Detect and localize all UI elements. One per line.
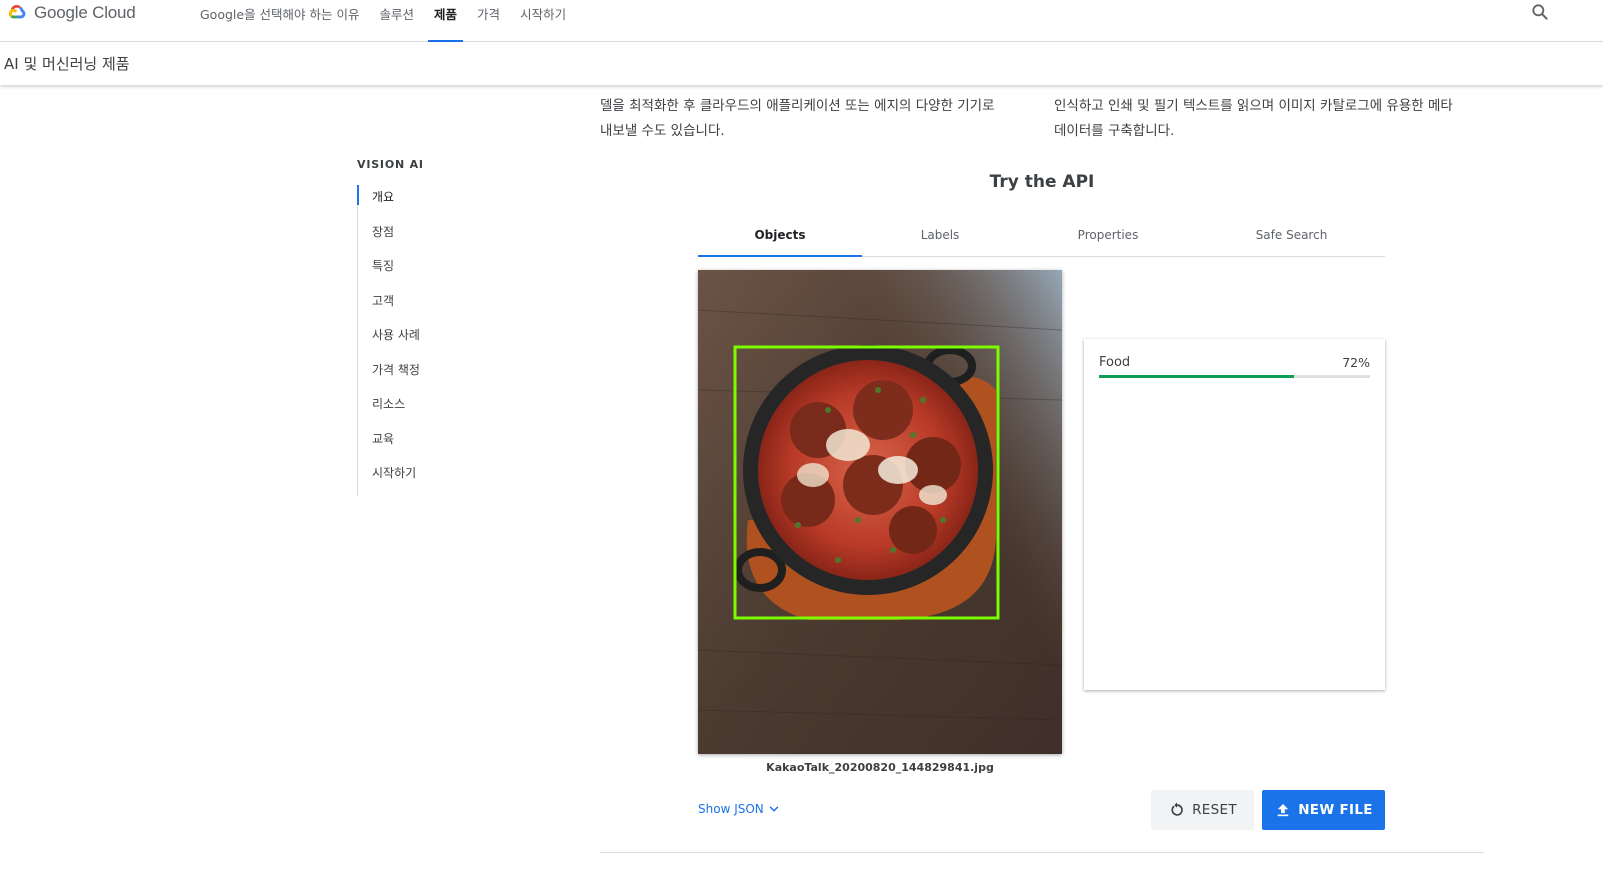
side-nav-item-features[interactable]: 특징 — [358, 254, 557, 289]
try-api-title: Try the API — [989, 172, 1095, 192]
intro-left-line: 델을 최적화한 후 클라우드의 애플리케이션 또는 에지의 다양한 기기로 — [600, 98, 995, 114]
new-file-button[interactable]: NEW FILE — [1262, 790, 1385, 830]
side-nav-item-customers[interactable]: 고객 — [358, 289, 557, 324]
google-cloud-logo[interactable]: Google Cloud — [4, 2, 136, 24]
nav-products[interactable]: 제품 — [424, 0, 467, 42]
intro-right-line: 인식하고 인쇄 및 필기 텍스트를 읽으며 이미지 카탈로그에 유용한 메타 — [1054, 98, 1453, 114]
side-nav: VISION AI 개요 장점 특징 고객 사용 사례 가격 책정 리소스 교육… — [357, 158, 557, 496]
bottom-divider — [600, 852, 1484, 853]
side-nav-item-overview[interactable]: 개요 — [357, 185, 557, 220]
new-file-label: NEW FILE — [1298, 802, 1373, 818]
uploaded-image-graphic — [698, 270, 1062, 754]
nav-solutions[interactable]: 솔루션 — [370, 0, 425, 42]
sub-header: AI 및 머신러닝 제품 — [0, 42, 1603, 85]
reset-button[interactable]: RESET — [1151, 790, 1254, 830]
results-card: Food 72% — [1084, 339, 1385, 690]
tab-objects[interactable]: Objects — [698, 222, 862, 257]
reset-label: RESET — [1192, 802, 1237, 818]
tab-labels[interactable]: Labels — [862, 222, 1018, 256]
top-nav: Google을 선택해야 하는 이유 솔루션 제품 가격 시작하기 — [190, 0, 576, 42]
google-cloud-logo-icon — [8, 5, 26, 19]
side-nav-item-resources[interactable]: 리소스 — [358, 392, 557, 427]
side-nav-item-use-cases[interactable]: 사용 사례 — [358, 323, 557, 358]
side-nav-heading: VISION AI — [357, 158, 424, 171]
uploaded-image — [698, 270, 1062, 754]
nav-pricing[interactable]: 가격 — [467, 0, 510, 42]
top-header: Google Cloud Google을 선택해야 하는 이유 솔루션 제품 가… — [0, 0, 1603, 42]
result-score-fill — [1099, 375, 1295, 378]
show-json-label: Show JSON — [698, 802, 764, 816]
file-name: KakaoTalk_20200820_144829841.jpg — [766, 761, 994, 774]
chevron-down-icon — [769, 806, 779, 812]
logo-text: Google Cloud — [34, 3, 136, 22]
result-label: Food — [1099, 355, 1131, 370]
side-nav-list: 개요 장점 특징 고객 사용 사례 가격 책정 리소스 교육 시작하기 — [357, 185, 557, 496]
side-nav-item-pricing[interactable]: 가격 책정 — [358, 358, 557, 393]
tab-safe-search[interactable]: Safe Search — [1198, 222, 1385, 256]
result-row[interactable]: Food 72% — [1099, 355, 1370, 378]
section-title[interactable]: AI 및 머신러닝 제품 — [4, 53, 130, 74]
nav-get-started[interactable]: 시작하기 — [510, 0, 576, 42]
nav-why-google[interactable]: Google을 선택해야 하는 이유 — [190, 0, 370, 42]
side-nav-item-benefits[interactable]: 장점 — [358, 220, 557, 255]
intro-left-line: 내보낼 수도 있습니다. — [600, 122, 725, 139]
side-nav-item-training[interactable]: 교육 — [358, 427, 557, 462]
api-tabs: Objects Labels Properties Safe Search — [698, 222, 1385, 257]
result-score: 72% — [1342, 355, 1370, 370]
side-nav-item-get-started[interactable]: 시작하기 — [358, 461, 557, 496]
search-icon[interactable] — [1530, 2, 1550, 22]
result-score-track — [1099, 375, 1370, 378]
intro-right-line: 데이터를 구축합니다. — [1054, 122, 1175, 139]
show-json-toggle[interactable]: Show JSON — [698, 802, 781, 816]
upload-icon — [1277, 804, 1289, 817]
tab-properties[interactable]: Properties — [1018, 222, 1198, 256]
reset-icon — [1171, 802, 1183, 816]
